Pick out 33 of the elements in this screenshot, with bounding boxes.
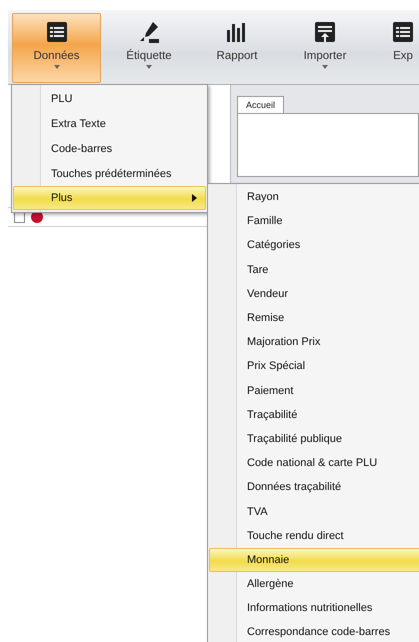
menu-item[interactable]: Tare bbox=[209, 258, 419, 282]
menu-item[interactable]: Majoration Prix bbox=[209, 330, 419, 354]
menu-item[interactable]: Famille bbox=[209, 209, 419, 234]
menu-item[interactable]: Touches prédéterminées bbox=[13, 161, 206, 186]
menu-item[interactable]: Correspondance code-barres bbox=[209, 620, 419, 642]
menu-item[interactable]: Code-barres bbox=[13, 136, 206, 161]
menu-item[interactable]: Allergène bbox=[209, 572, 419, 596]
ribbon-button[interactable]: Importer bbox=[285, 13, 365, 83]
menu-item[interactable]: Monnaie bbox=[209, 548, 419, 572]
menu-item[interactable]: Plus bbox=[13, 186, 206, 210]
menu-item[interactable]: Données traçabilité bbox=[209, 475, 419, 500]
menu-item[interactable]: Code national & carte PLU bbox=[209, 451, 419, 476]
menu-item[interactable]: Catégories bbox=[209, 233, 419, 258]
menu-item[interactable]: PLU bbox=[13, 86, 206, 111]
menu-item[interactable]: Rayon bbox=[209, 185, 419, 210]
tab[interactable]: Accueil bbox=[237, 96, 284, 113]
import-icon bbox=[313, 20, 337, 44]
menu-item[interactable]: Vendeur bbox=[209, 282, 419, 306]
ribbon-button[interactable]: Étiquette bbox=[109, 13, 189, 83]
ribbon-button[interactable]: Données bbox=[12, 13, 101, 83]
table-icon bbox=[391, 20, 415, 44]
menu-item[interactable]: Informations nutritionelles bbox=[209, 596, 419, 620]
menu-item[interactable]: Prix Spécial bbox=[209, 354, 419, 378]
menu-item[interactable]: Touche rendu direct bbox=[209, 524, 419, 548]
menu-item[interactable]: Remise bbox=[209, 306, 419, 330]
menu-item[interactable]: Extra Texte bbox=[13, 111, 206, 136]
menu-item[interactable]: Paiement bbox=[209, 378, 419, 403]
menu-item[interactable]: TVA bbox=[209, 499, 419, 524]
menu-item[interactable]: Traçabilité bbox=[209, 402, 419, 427]
table-icon bbox=[44, 20, 68, 44]
menu-item[interactable]: Traçabilité publique bbox=[209, 426, 419, 452]
ribbon-button[interactable]: Exp bbox=[373, 13, 419, 83]
ribbon-button[interactable]: Rapport bbox=[197, 13, 277, 83]
